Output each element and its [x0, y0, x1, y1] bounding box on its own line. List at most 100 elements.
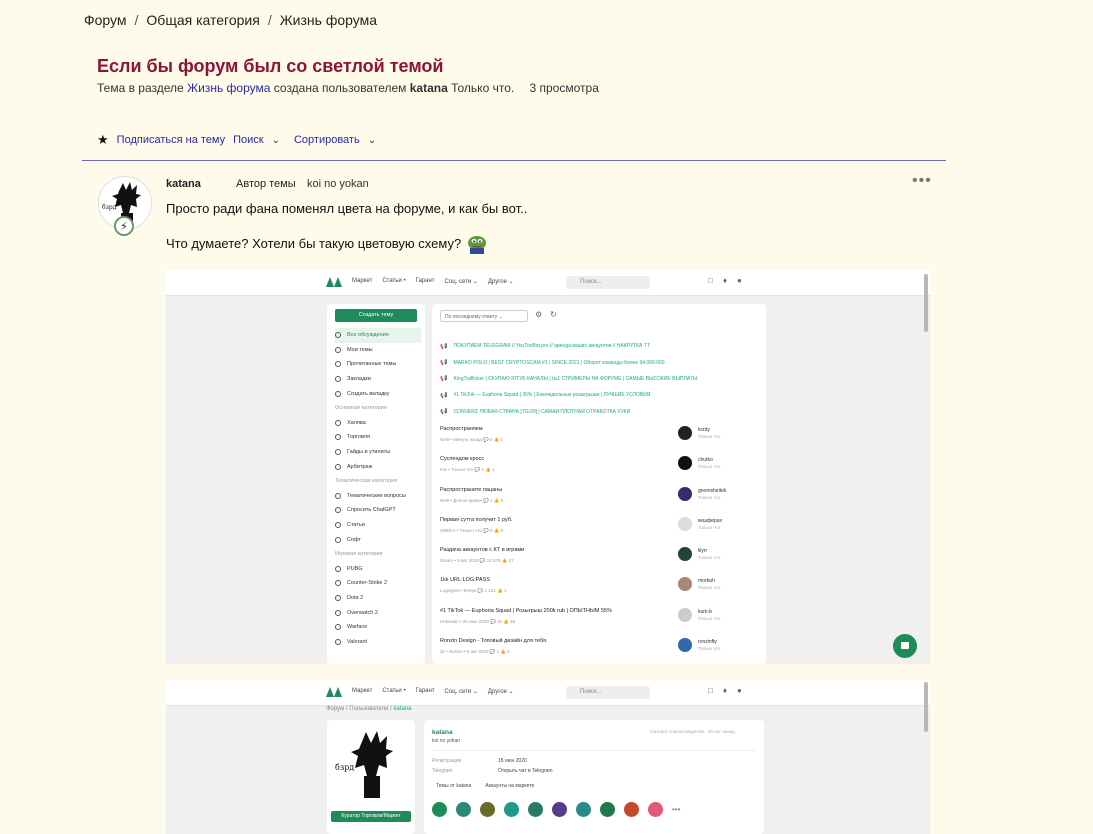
shot-sidebar-label: Overwatch 2: [347, 609, 378, 616]
author-role: Автор темы: [236, 178, 296, 190]
more-options-button[interactable]: •••: [912, 172, 932, 190]
shot-sidebar-heading: Основная категория: [335, 401, 421, 416]
shot-thread-avatar: [678, 577, 692, 592]
shot-thread-meta: Steam • 9 авг 2023 💬 12 879 👍 27: [440, 558, 514, 564]
shot-promo-list: 📢 ПОКУПАЕМ TELEGRAM // YouTooBot.pro // а…: [440, 338, 760, 420]
shot-sidebar-label: Основная категория: [335, 405, 387, 412]
bell-icon: ♦: [722, 276, 727, 285]
profile-avatar-image: бзрд: [333, 726, 409, 802]
post-author[interactable]: katana: [166, 178, 236, 190]
shot-sidebar-item: Закладки: [335, 372, 421, 387]
shot-sidebar-label: Тематическая категория: [335, 478, 398, 485]
shot-thread-time: Только что: [698, 524, 721, 530]
more-badges-icon: •••: [672, 805, 681, 814]
subscribe-button[interactable]: Подписаться на тему: [117, 134, 225, 146]
shot2-info: Регистрация 15 июн 2020 Telegram Открыть ч…: [432, 758, 553, 778]
megaphone-icon: 📢: [440, 376, 448, 383]
shot-sidebar-label: Игровая категория: [335, 551, 383, 558]
sidebar-item-icon: [335, 609, 341, 616]
shot-sidebar-label: Мои темы: [347, 346, 373, 353]
breadcrumb-forum-life[interactable]: Жизнь форума: [280, 12, 377, 28]
search-dropdown[interactable]: Поиск ⌄: [233, 134, 280, 146]
thread-toolbar: ★ Подписаться на тему Поиск ⌄ Сортировать…: [97, 132, 384, 148]
shot-scrollbar: [924, 274, 928, 332]
achievement-badge-icon: [648, 802, 663, 817]
sidebar-item-icon: [335, 492, 341, 499]
sidebar-item-icon: [335, 594, 341, 601]
shot-thread-time: Только что: [698, 494, 721, 500]
achievement-badge-icon: [504, 802, 519, 817]
shot-thread-time: Только что: [698, 646, 721, 652]
sidebar-item-icon: [335, 624, 341, 631]
view-count: 3 просмотра: [529, 81, 599, 95]
shot-nav-item: Соц. сети ⌄: [444, 279, 478, 285]
shot-sidebar-item: Спросить ChatGPT: [335, 503, 421, 518]
shot-sidebar-label: Прочитанные темы: [347, 361, 397, 368]
shot-thread-meta: Unknown • 26 июл 2023 💬 16 👍 39: [440, 618, 515, 624]
shot-sidebar-heading: Игровая категория: [335, 547, 421, 562]
shot-promo-text: ПОКУПАЕМ TELEGRAM // YouTooBot.pro // ар…: [453, 343, 650, 350]
user-icon: ●: [736, 686, 742, 695]
shot-thread-meta: 2k • Ronzin • 9 авг 2023 💬 1 👍 3: [440, 649, 510, 655]
shot-thread-avatar: [678, 426, 692, 440]
shot-sidebar-item: PUBG: [335, 562, 421, 577]
shot-sidebar-label: Все обсуждения: [347, 332, 389, 339]
attached-screenshot-profile[interactable]: Маркет Статьи • Гарант Соц. сети ⌄ Друго…: [166, 680, 930, 834]
shot-nav-item: Гарант: [415, 278, 435, 284]
achievement-badge-icon: [528, 802, 543, 817]
shot-thread-title: Суспендом кросс: [440, 456, 485, 463]
shot-sidebar-label: PUBG: [347, 565, 363, 572]
shot-thread-row: 1kk URL:LOG:PASS Logingers • Вчера 💬 1 13…: [440, 573, 760, 603]
breadcrumb-separator: /: [134, 12, 139, 28]
search-label: Поиск: [233, 134, 264, 146]
shot-sidebar-label: Закладки: [347, 376, 371, 383]
shot-thread-meta: mix • Только что 💬 1 👍 1: [440, 467, 495, 473]
chevron-down-icon: ⌄: [271, 134, 280, 146]
post-header: katana Автор темы koi no yokan: [166, 178, 369, 190]
shot-sidebar-label: Халява: [347, 419, 366, 426]
sidebar-item-icon: [335, 449, 341, 456]
shot-thread-time: Только что: [698, 555, 721, 561]
shot-header: Маркет Статьи • Гарант Соц. сети ⌄ Друго…: [166, 270, 930, 296]
star-icon[interactable]: ★: [97, 132, 109, 148]
shot-promo-text: MARKO POLO | BEST CRYPTOSCAM #1 | SINCE …: [453, 359, 665, 366]
shot-thread-username: gnomsheitek: [698, 487, 727, 494]
shot-thread-username: chutko: [698, 457, 713, 464]
sidebar-item-icon: [335, 390, 341, 397]
shot-thread-title: Распространяем: [440, 426, 483, 432]
shot-nav-item: Другое ⌄: [487, 279, 514, 285]
sidebar-item-icon: [335, 536, 341, 543]
meta-author-link[interactable]: katana: [410, 81, 448, 95]
shot2-crumb-c: katana: [393, 706, 412, 712]
shot-sidebar-item: Counter-Strike 2: [335, 576, 421, 591]
shot2-tg-val: Открыть чат в Telegram: [498, 768, 553, 774]
shot-promo-text: CONVERZ ЛЮБАЯ СТРАНА [TG/39] | САМАЯ ПЛО…: [453, 408, 631, 415]
breadcrumb: Форум / Общая категория / Жизнь форума: [84, 12, 377, 28]
breadcrumb-forum[interactable]: Форум: [84, 12, 127, 28]
shot-thread-meta: ОМЕГА • Только что 💬 0 👍 0: [440, 527, 504, 533]
shot-thread-row: Первая сутта получит 1 руб. ОМЕГА • Тольк…: [440, 513, 760, 543]
shot-sidebar-list: Все обсуждения Мои темы Прочитанные темы За…: [335, 328, 421, 649]
shot-sort-select: По последнему ответу ⌄: [440, 310, 528, 322]
shot-thread-row: #1 TikTok — Euphoria Squad | Розыгрыш 20…: [440, 604, 760, 634]
achievement-badge-icon: [480, 802, 495, 817]
chat-icon: □: [708, 686, 713, 695]
post-text-line1: Просто ради фана поменял цвета на форуме…: [166, 201, 528, 216]
shot-thread-meta: NH8 • Минуту назад 💬 0 👍 1: [440, 437, 504, 442]
breadcrumb-general-category[interactable]: Общая категория: [146, 12, 259, 28]
shot2-tg-key: Telegram: [432, 768, 453, 774]
post-text-line2: Что думаете? Хотели бы такую цветовую сх…: [166, 236, 462, 251]
shot-thread-avatar: [678, 486, 692, 501]
shot-sidebar-label: Counter-Strike 2: [347, 580, 388, 587]
shot2-profile-main: katana koi no yokan Смотрит список разде…: [424, 720, 764, 834]
sidebar-item-icon: [335, 419, 341, 426]
shot-thread-time: Только что: [698, 585, 721, 591]
sidebar-item-icon: [335, 376, 341, 383]
sort-dropdown[interactable]: Сортировать ⌄: [294, 134, 376, 146]
attached-screenshot-forum-list[interactable]: Маркет Статьи • Гарант Соц. сети ⌄ Друго…: [166, 270, 930, 664]
chevron-down-icon: ⌄: [367, 134, 377, 146]
shot-thread-avatar: [678, 547, 692, 562]
achievement-badge-icon: [624, 802, 639, 817]
meta-section-link[interactable]: Жизнь форума: [187, 81, 270, 95]
achievement-badge-icon: [552, 802, 567, 817]
